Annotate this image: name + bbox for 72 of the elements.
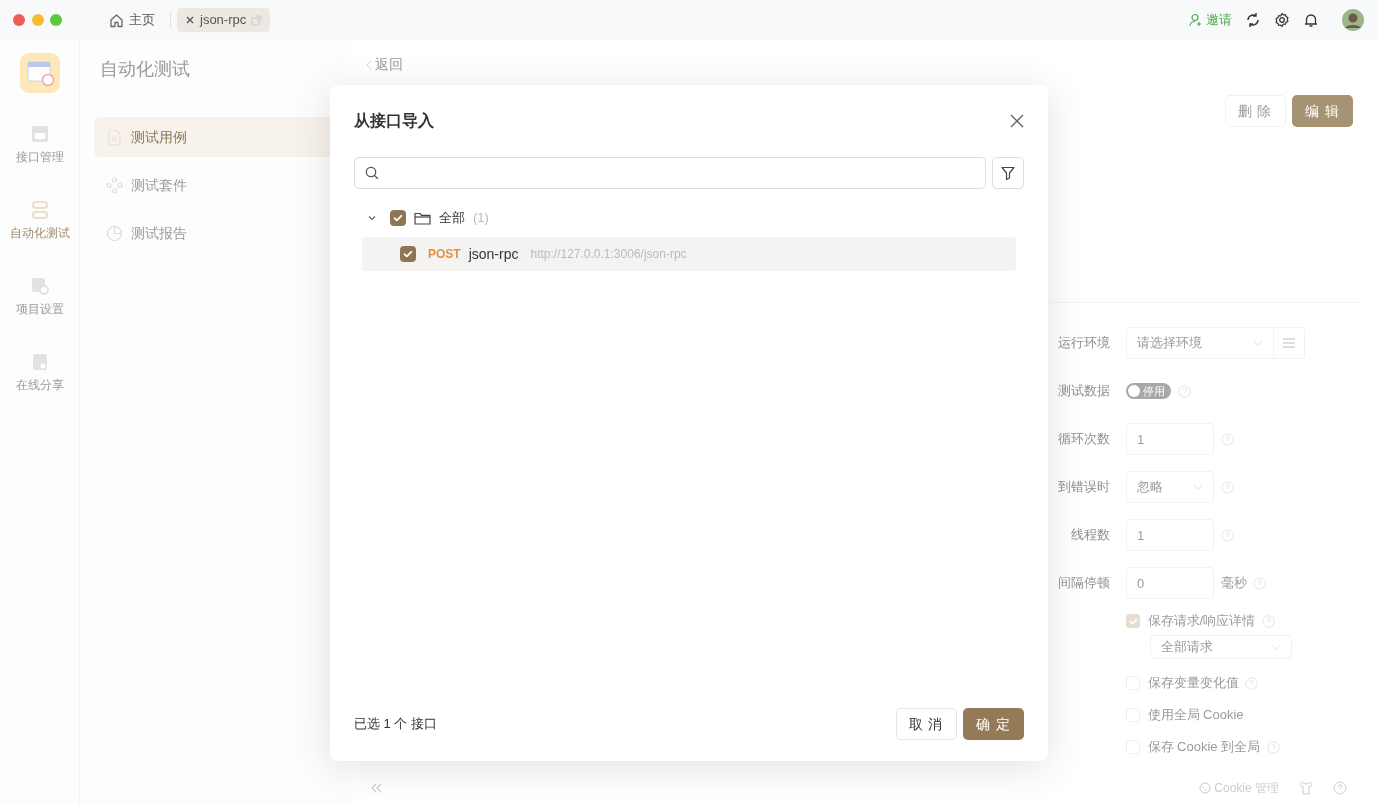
list-icon — [29, 200, 50, 220]
checkbox[interactable] — [400, 246, 416, 262]
notification-icon[interactable] — [1303, 12, 1319, 28]
dialog-button[interactable]: 取 消 — [895, 708, 957, 740]
pie-chart-icon — [106, 224, 123, 242]
checkbox[interactable] — [390, 210, 406, 226]
endpoint-name: json-rpc — [468, 244, 519, 264]
selection-summary: 已选 1 个 接口 — [354, 715, 438, 734]
number-field[interactable]: 1 — [1126, 519, 1214, 551]
nav-item[interactable]: 在线分享 — [15, 335, 64, 411]
number-field[interactable]: 1 — [1126, 423, 1214, 455]
select-field[interactable]: 请选择环境 — [1126, 327, 1274, 359]
search-icon — [365, 166, 379, 180]
external-link-icon — [251, 14, 263, 26]
nav-item[interactable]: 自动化测试 — [9, 183, 70, 259]
checkbox-label: 保存 Cookie 到全局 — [1147, 738, 1261, 757]
close-icon[interactable] — [1010, 114, 1024, 128]
chevron-left-icon — [366, 59, 372, 70]
file-icon — [106, 128, 123, 146]
checkbox-label: 保存变量变化值 — [1147, 674, 1239, 693]
field-label: 到错误时 — [1057, 478, 1110, 497]
item-count: (1) — [473, 209, 489, 228]
avatar[interactable] — [1342, 9, 1364, 31]
endpoint-url: http://127.0.0.1:3006/json-rpc — [530, 246, 687, 263]
field-label: 循环次数 — [1057, 430, 1110, 449]
method-label: POST — [428, 246, 461, 263]
checkbox-label: 使用全局 Cookie — [1147, 706, 1244, 725]
chevron-down-icon[interactable] — [368, 214, 376, 222]
collapse-icon[interactable] — [370, 783, 382, 793]
field-label: 间隔停顿 — [1057, 574, 1110, 593]
close-icon[interactable] — [185, 15, 195, 25]
folder-icon — [414, 211, 431, 225]
nav-item[interactable]: 项目设置 — [15, 259, 64, 335]
field-label: 测试数据 — [1057, 382, 1110, 401]
back-link[interactable]: 返回 — [350, 40, 420, 75]
search-field[interactable] — [354, 157, 986, 189]
add-user-icon — [1188, 13, 1203, 27]
select-field[interactable]: 忽略 — [1126, 471, 1214, 503]
window-control[interactable] — [13, 14, 25, 26]
checkbox-row[interactable]: 使用全局 Cookie — [1126, 705, 1244, 725]
folder-name[interactable]: 全部 — [439, 208, 465, 228]
unit-label: 毫秒 — [1220, 574, 1247, 593]
chevron-down-icon — [1193, 484, 1203, 490]
toggle-switch[interactable]: 停用 — [1126, 383, 1172, 399]
tree-row[interactable]: POST json-rpc http://127.0.0.1:3006/json-rpc — [362, 237, 1016, 271]
invite-button[interactable]: 邀请 — [1188, 10, 1232, 30]
field-label: 线程数 — [1070, 526, 1110, 545]
dialog-title: 从接口导入 — [354, 111, 434, 131]
cookie-icon — [1199, 782, 1212, 794]
number-field[interactable]: 0 — [1126, 567, 1214, 599]
menu-icon — [1282, 338, 1296, 348]
filter-button[interactable] — [992, 157, 1024, 189]
sync-icon[interactable] — [1245, 12, 1261, 28]
nav-item[interactable]: 接口管理 — [15, 107, 64, 183]
tab[interactable]: 主页 — [101, 8, 163, 32]
sidebar-item[interactable]: 测试报告 — [94, 213, 336, 253]
field-label: 运行环境 — [1057, 334, 1110, 353]
dialog-button[interactable]: 确 定 — [963, 708, 1024, 740]
app-logo — [19, 53, 60, 93]
home-icon — [109, 12, 124, 28]
module-title: 自动化测试 — [99, 58, 191, 81]
checkbox-label: 保存请求/响应详情 — [1147, 612, 1256, 631]
window-control[interactable] — [50, 14, 62, 26]
chevron-down-icon — [1253, 340, 1263, 346]
window-control[interactable] — [31, 14, 44, 26]
tab[interactable]: json-rpc — [177, 8, 271, 32]
filter-icon — [1001, 166, 1015, 180]
action-button[interactable]: 删 除 — [1224, 95, 1286, 127]
grid-icon — [106, 176, 123, 194]
select-field[interactable]: 全部请求 — [1150, 634, 1292, 659]
sidebar-item[interactable]: 测试套件 — [94, 165, 336, 205]
action-button[interactable]: 编 辑 — [1292, 95, 1353, 127]
